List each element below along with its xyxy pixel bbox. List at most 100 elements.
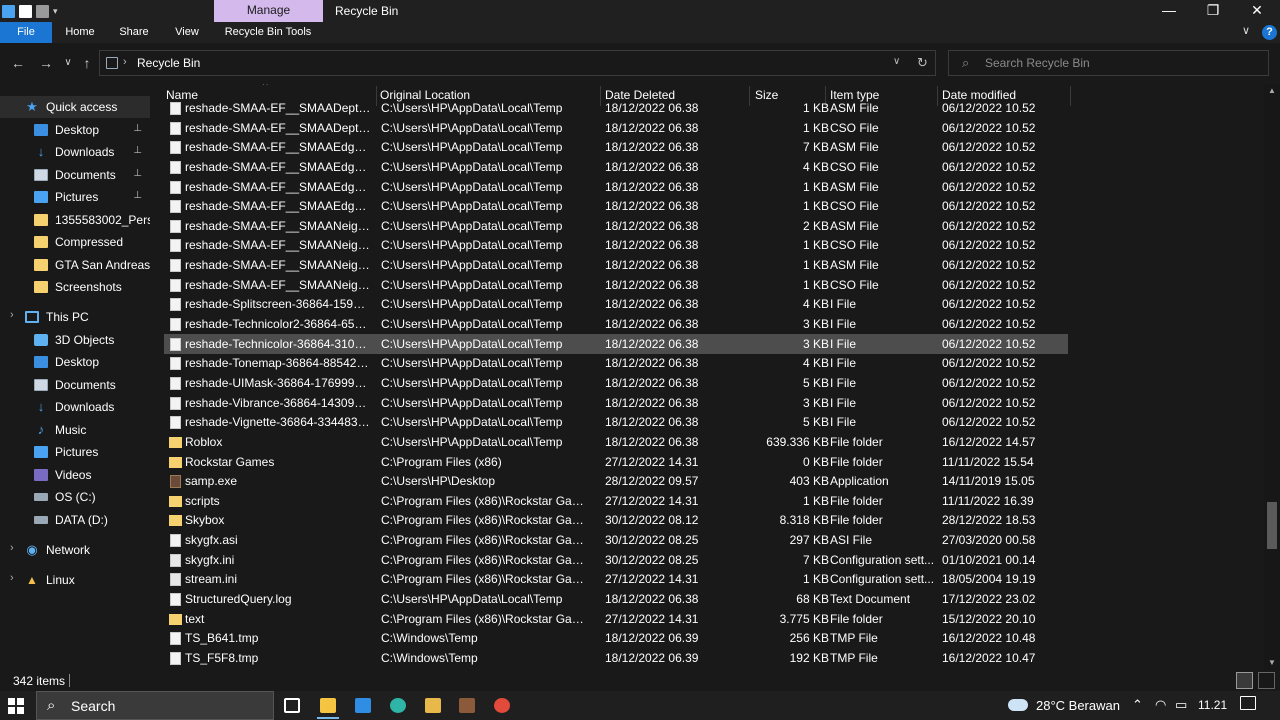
- sidebar-item-network[interactable]: › ◉ Network: [0, 539, 150, 561]
- file-row[interactable]: reshade-SMAA-EF__SMAANeighbo... C:\Users\…: [164, 255, 1068, 275]
- taskbar-search-box[interactable]: ⌕ Search: [36, 691, 274, 720]
- address-bar[interactable]: › Recycle Bin ∨ ↻: [99, 50, 936, 76]
- file-row[interactable]: reshade-SMAA-EF__SMAAEdgeDet... C:\Users\…: [164, 137, 1068, 157]
- back-button[interactable]: ←: [8, 54, 28, 72]
- file-row[interactable]: reshade-SMAA-EF__SMAADepthLi... C:\Users\…: [164, 98, 1068, 118]
- sidebar-item-1355583002-persona[interactable]: 1355583002_Persona: [0, 209, 150, 231]
- tab-file[interactable]: File: [0, 22, 52, 43]
- tab-recycle-bin-tools[interactable]: Recycle Bin Tools: [218, 22, 318, 43]
- taskbar-game-button[interactable]: [452, 694, 482, 719]
- file-row[interactable]: reshade-Splitscreen-36864-1590425... C:\U…: [164, 294, 1068, 314]
- clock[interactable]: 11.21: [1198, 698, 1227, 712]
- file-row[interactable]: skygfx.asi C:\Program Files (x86)\Rocksta…: [164, 530, 1068, 550]
- sidebar-item-linux[interactable]: › ▲ Linux: [0, 569, 150, 591]
- file-row[interactable]: samp.exe C:\Users\HP\Desktop 28/12/2022 09…: [164, 471, 1068, 491]
- taskbar-chrome-button[interactable]: [487, 694, 517, 719]
- file-row[interactable]: stream.ini C:\Program Files (x86)\Rocksta…: [164, 569, 1068, 589]
- breadcrumb-recycle-bin[interactable]: Recycle Bin: [137, 56, 200, 70]
- file-row[interactable]: TS_F5F8.tmp C:\Windows\Temp 18/12/2022 06.…: [164, 648, 1068, 668]
- file-row[interactable]: reshade-SMAA-EF__SMAADepthLi... C:\Users\…: [164, 118, 1068, 138]
- sidebar-item-desktop[interactable]: Desktop ⊥: [0, 119, 150, 141]
- sidebar-item-this-pc[interactable]: › This PC: [0, 306, 150, 328]
- tab-share[interactable]: Share: [112, 22, 156, 43]
- column-divider[interactable]: [1070, 86, 1071, 106]
- scroll-up-icon[interactable]: ▲: [1268, 86, 1276, 95]
- sidebar-item-documents[interactable]: Documents ⊥: [0, 164, 150, 186]
- taskbar-mail-button[interactable]: [348, 694, 378, 719]
- file-row[interactable]: StructuredQuery.log C:\Users\HP\AppData\L…: [164, 589, 1068, 609]
- breadcrumb-separator[interactable]: ›: [123, 56, 127, 68]
- sidebar-item-os-c[interactable]: OS (C:): [0, 486, 150, 508]
- file-row[interactable]: TS_B641.tmp C:\Windows\Temp 18/12/2022 06.…: [164, 628, 1068, 648]
- sidebar-item-data-d[interactable]: DATA (D:): [0, 509, 150, 531]
- sidebar-item-music[interactable]: ♪ Music: [0, 419, 150, 441]
- sidebar-item-desktop[interactable]: Desktop: [0, 351, 150, 373]
- file-row[interactable]: reshade-SMAA-EF__SMAANeighbo... C:\Users\…: [164, 275, 1068, 295]
- weather-widget[interactable]: 28°C Berawan: [1008, 698, 1120, 713]
- expand-ribbon-icon[interactable]: ∨: [1242, 24, 1250, 37]
- sidebar-item-videos[interactable]: Videos: [0, 464, 150, 486]
- taskbar-store-button[interactable]: [418, 694, 448, 719]
- up-button[interactable]: ↑: [77, 54, 97, 72]
- taskbar-task-view-button[interactable]: [277, 694, 307, 719]
- sidebar-item-quick-access[interactable]: ★ Quick access: [0, 96, 150, 118]
- forward-button[interactable]: →: [36, 54, 56, 72]
- sidebar-item-documents[interactable]: Documents: [0, 374, 150, 396]
- help-icon[interactable]: ?: [1262, 25, 1277, 40]
- address-dropdown-icon[interactable]: ∨: [893, 56, 900, 67]
- tab-view[interactable]: View: [165, 22, 209, 43]
- manage-context-tab[interactable]: Manage: [214, 0, 323, 22]
- date-modified: 06/12/2022 10.52: [942, 218, 1036, 233]
- properties-icon[interactable]: [19, 4, 32, 18]
- refresh-icon[interactable]: ↻: [917, 55, 928, 71]
- file-row[interactable]: reshade-SMAA-EF__SMAAEdgeDet... C:\Users\…: [164, 196, 1068, 216]
- show-hidden-icons-icon[interactable]: ⌃: [1132, 697, 1143, 713]
- new-folder-icon[interactable]: [36, 4, 49, 18]
- taskbar-edge-button[interactable]: [383, 694, 413, 719]
- sidebar-item-pictures[interactable]: Pictures ⊥: [0, 186, 150, 208]
- file-row[interactable]: reshade-SMAA-EF__SMAAEdgeDet... C:\Users\…: [164, 157, 1068, 177]
- close-button[interactable]: ✕: [1234, 0, 1280, 22]
- search-box[interactable]: ⌕: [948, 50, 1269, 76]
- wifi-icon[interactable]: ◠: [1155, 697, 1166, 713]
- file-row[interactable]: scripts C:\Program Files (x86)\Rockstar G…: [164, 491, 1068, 511]
- expand-chevron-icon[interactable]: ›: [10, 309, 14, 321]
- file-row[interactable]: Rockstar Games C:\Program Files (x86) 27/1…: [164, 452, 1068, 472]
- sidebar-item-pictures[interactable]: Pictures: [0, 441, 150, 463]
- taskbar-file-explorer-button[interactable]: [313, 694, 343, 719]
- file-row[interactable]: reshade-SMAA-EF__SMAANeighbo... C:\Users\…: [164, 216, 1068, 236]
- file-row[interactable]: reshade-UIMask-36864-1769992736.i C:\User…: [164, 373, 1068, 393]
- scroll-down-icon[interactable]: ▼: [1268, 658, 1276, 667]
- file-row[interactable]: Roblox C:\Users\HP\AppData\Local\Temp 18/1…: [164, 432, 1068, 452]
- sidebar-item-gta-san-andreas[interactable]: GTA San Andreas: [0, 254, 150, 276]
- sidebar-item-downloads[interactable]: ↓ Downloads: [0, 396, 150, 418]
- recent-locations-button[interactable]: ∨: [58, 54, 78, 72]
- file-row[interactable]: skygfx.ini C:\Program Files (x86)\Rocksta…: [164, 550, 1068, 570]
- expand-chevron-icon[interactable]: ›: [10, 572, 14, 584]
- sidebar-item-screenshots[interactable]: Screenshots: [0, 276, 150, 298]
- search-input[interactable]: [985, 55, 1255, 71]
- tab-home[interactable]: Home: [56, 22, 104, 43]
- file-row[interactable]: Skybox C:\Program Files (x86)\Rockstar Ga…: [164, 510, 1068, 530]
- expand-chevron-icon[interactable]: ›: [10, 542, 14, 554]
- sidebar-item-3d-objects[interactable]: 3D Objects: [0, 329, 150, 351]
- sidebar-item-downloads[interactable]: ↓ Downloads ⊥: [0, 141, 150, 163]
- scrollbar-thumb[interactable]: [1267, 501, 1277, 549]
- file-row[interactable]: text C:\Program Files (x86)\Rockstar Game…: [164, 609, 1068, 629]
- file-row[interactable]: reshade-Vignette-36864-334483799... C:\Us…: [164, 412, 1068, 432]
- vertical-scrollbar[interactable]: ▲ ▼: [1264, 84, 1280, 670]
- details-view-icon[interactable]: [1236, 672, 1253, 689]
- file-row[interactable]: reshade-Technicolor2-36864-65946... C:\Us…: [164, 314, 1068, 334]
- file-row[interactable]: reshade-Vibrance-36864-14309689... C:\Use…: [164, 393, 1068, 413]
- large-icons-view-icon[interactable]: [1258, 672, 1275, 689]
- file-row[interactable]: reshade-Tonemap-36864-88542836... C:\User…: [164, 353, 1068, 373]
- file-row[interactable]: reshade-SMAA-EF__SMAANeighbo... C:\Users\…: [164, 235, 1068, 255]
- file-row[interactable]: reshade-Technicolor-36864-310659... C:\Us…: [164, 333, 1068, 354]
- minimize-button[interactable]: —: [1146, 0, 1192, 22]
- customize-toolbar-icon[interactable]: ▾: [53, 6, 58, 17]
- windows-start-icon[interactable]: [8, 698, 24, 714]
- file-row[interactable]: reshade-SMAA-EF__SMAAEdgeDet... C:\Users\…: [164, 177, 1068, 197]
- maximize-button[interactable]: ❐: [1190, 0, 1236, 22]
- notification-icon[interactable]: [1240, 696, 1256, 710]
- sidebar-item-compressed[interactable]: Compressed: [0, 231, 150, 253]
